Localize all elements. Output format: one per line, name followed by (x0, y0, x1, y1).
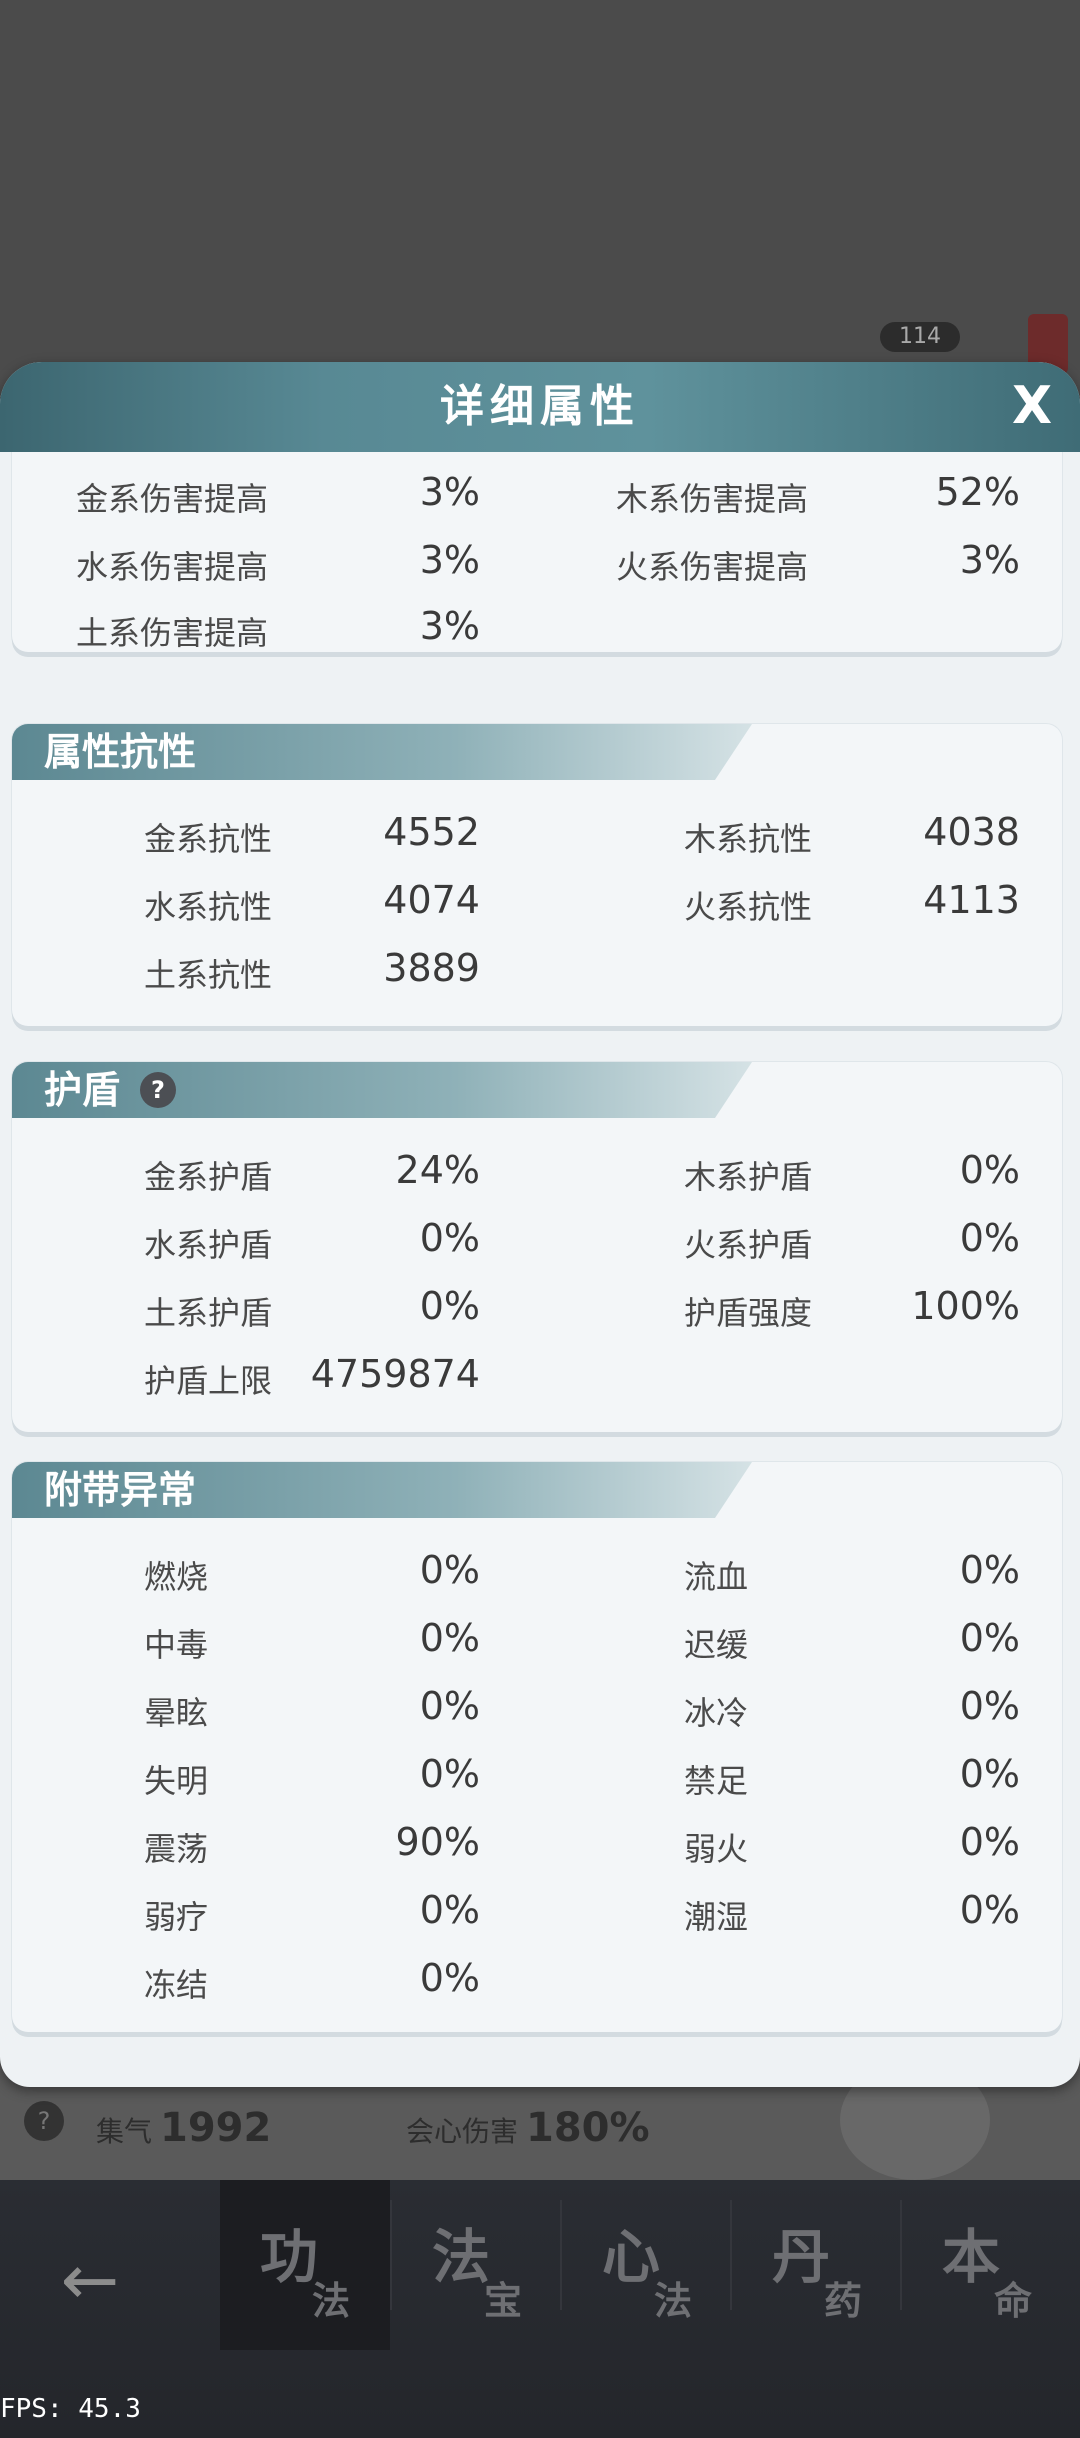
tab-danyao-small: 药 (824, 2279, 863, 2323)
tab-benming[interactable]: 本 命 (902, 2180, 1072, 2350)
stat-value: 4552 (383, 810, 480, 854)
stat-label: 冰冷 (684, 1694, 749, 1732)
stat-gather-label: 集气 (96, 2115, 153, 2148)
attributes-scroll-area[interactable]: 金系伤害提高 3% 木系伤害提高 52% 水系伤害提高 3% 火系伤害提高 3%… (0, 452, 1080, 2057)
stat-value: 3% (419, 538, 480, 582)
stat-value: 4113 (923, 878, 1020, 922)
stat-gather: 集气 1992 (96, 2105, 271, 2151)
stat-label: 潮湿 (684, 1898, 749, 1936)
modal-title: 详细属性 (440, 381, 640, 432)
stat-value: 0% (419, 1616, 480, 1660)
stat-value: 0% (959, 1752, 1020, 1796)
tab-gongfa[interactable]: 功 法 (220, 2180, 390, 2350)
help-icon: ? (24, 2101, 64, 2141)
stat-label: 震荡 (144, 1830, 209, 1868)
detail-attributes-modal: 详细属性 X 金系伤害提高 3% 木系伤害提高 52% 水系伤害提高 3% 火系… (0, 362, 1080, 2087)
tab-xinfa-big: 心 (602, 2223, 661, 2291)
level-badge: 114 (880, 322, 960, 352)
stat-value: 0% (959, 1148, 1020, 1192)
stat-value: 0% (419, 1684, 480, 1728)
stat-value: 0% (959, 1888, 1020, 1932)
bottom-navigation: ← 功 法 法 宝 心 法 丹 药 本 命 (0, 2180, 1080, 2438)
stat-value: 4038 (923, 810, 1020, 854)
card-header (12, 1062, 752, 1118)
close-button[interactable]: X (1002, 376, 1062, 436)
stat-crit-damage: 会心伤害 180% (406, 2105, 650, 2151)
stat-label: 流血 (684, 1558, 749, 1596)
stat-label: 弱火 (684, 1830, 749, 1868)
tab-danyao-big: 丹 (772, 2223, 831, 2291)
tab-xinfa[interactable]: 心 法 (562, 2180, 732, 2350)
stat-crit-damage-label: 会心伤害 (406, 2115, 519, 2148)
stat-value: 0% (419, 1216, 480, 1260)
stat-value: 0% (959, 1616, 1020, 1660)
tab-xinfa-small: 法 (654, 2279, 693, 2323)
damage-boost-card: 金系伤害提高 3% 木系伤害提高 52% 水系伤害提高 3% 火系伤害提高 3%… (12, 452, 1062, 652)
tab-fabao-big: 法 (432, 2223, 491, 2291)
tab-gongfa-big: 功 (260, 2223, 319, 2291)
stat-label: 中毒 (144, 1626, 209, 1664)
help-icon[interactable]: ? (140, 1072, 176, 1108)
tab-fabao-small: 宝 (484, 2279, 523, 2323)
background-stats: ? 集气 1992 会心伤害 180% (0, 2095, 1080, 2165)
stat-value: 0% (419, 1956, 480, 2000)
stat-value: 4759874 (310, 1352, 480, 1396)
stat-value: 0% (959, 1216, 1020, 1260)
tab-danyao[interactable]: 丹 药 (732, 2180, 902, 2350)
stat-label: 晕眩 (144, 1694, 209, 1732)
stat-value: 0% (959, 1548, 1020, 1592)
stat-label: 冻结 (144, 1966, 209, 2004)
stat-value: 0% (959, 1684, 1020, 1728)
tab-benming-small: 命 (994, 2279, 1033, 2323)
stat-label: 弱疗 (144, 1898, 209, 1936)
shield-card: 护盾 ? 金系护盾 24% 木系护盾 0% 水系护盾 0% 火系护盾 0% 土系… (12, 1062, 1062, 1432)
stat-value: 3% (419, 604, 480, 648)
card-title: 属性抗性 (44, 730, 197, 774)
stat-value: 0% (959, 1820, 1020, 1864)
stat-value: 90% (395, 1820, 480, 1864)
stat-value: 3889 (383, 946, 480, 990)
arrow-left-icon[interactable]: ← (40, 2240, 140, 2320)
card-title: 护盾 (44, 1068, 121, 1112)
stat-label: 失明 (144, 1762, 209, 1800)
stat-value: 0% (419, 1284, 480, 1328)
resistance-card: 属性抗性 金系抗性 4552 木系抗性 4038 水系抗性 4074 火系抗性 … (12, 724, 1062, 1026)
tab-fabao[interactable]: 法 宝 (392, 2180, 562, 2350)
stat-value: 0% (419, 1888, 480, 1932)
stat-gather-value: 1992 (160, 2105, 272, 2151)
background-screen (0, 0, 1080, 370)
status-effects-card: 附带异常 燃烧 0% 流血 0% 中毒 0% 迟缓 0% 晕眩 0% 冰冷 0%… (12, 1462, 1062, 2032)
stat-value: 52% (935, 470, 1020, 514)
stat-value: 4074 (383, 878, 480, 922)
card-title: 附带异常 (44, 1468, 197, 1512)
fps-counter: FPS: 45.3 (0, 2394, 141, 2424)
tab-benming-big: 本 (942, 2223, 1001, 2291)
tab-gongfa-small: 法 (312, 2279, 351, 2323)
stat-value: 0% (419, 1548, 480, 1592)
stat-label: 禁足 (684, 1762, 749, 1800)
stat-value: 3% (419, 470, 480, 514)
stat-value: 3% (959, 538, 1020, 582)
stat-value: 100% (911, 1284, 1020, 1328)
stat-label: 燃烧 (144, 1558, 209, 1596)
stat-label: 迟缓 (684, 1626, 749, 1664)
stat-value: 0% (419, 1752, 480, 1796)
stat-crit-damage-value: 180% (526, 2105, 650, 2151)
stat-value: 24% (395, 1148, 480, 1192)
